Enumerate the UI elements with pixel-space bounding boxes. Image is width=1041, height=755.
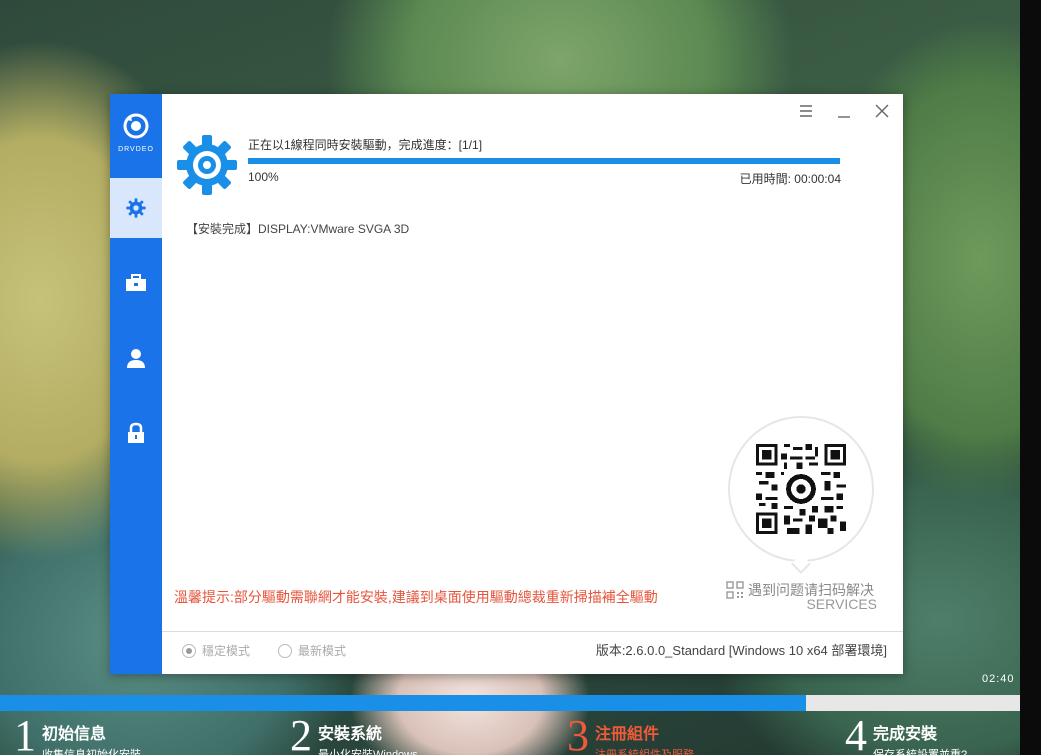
progress-percent: 100% — [248, 170, 279, 184]
setup-progress-fill — [0, 695, 806, 711]
mode-latest-radio[interactable]: 最新模式 — [278, 642, 346, 659]
install-status: 正在以1線程同時安裝驅動，完成進度：[1/1] — [248, 138, 483, 152]
gear-icon — [126, 198, 146, 218]
step-title: 安裝系統 — [318, 726, 383, 743]
driver-installer-window: DRVDEO 正在以1線程同時安裝驅動，完成進度：[1/1] 100% 已用時間… — [110, 94, 903, 674]
footer-divider — [162, 631, 903, 632]
logo-icon — [123, 113, 149, 139]
radio-checked-icon — [182, 643, 196, 658]
step-subtitle: 最小化安裝Windows — [318, 749, 418, 755]
sidebar-item-user[interactable] — [110, 328, 162, 388]
lock-icon — [128, 422, 144, 443]
version-info: 版本:2.6.0.0_Standard [Windows 10 x64 部署環境… — [595, 643, 887, 658]
install-gear-icon — [177, 135, 237, 195]
step-number: 2 — [290, 711, 312, 755]
step-subtitle: 收集信息初始化安裝 — [42, 749, 141, 755]
services-label: SERVICES — [806, 596, 877, 612]
sidebar-item-toolbox[interactable] — [110, 253, 162, 313]
qr-code — [756, 444, 846, 534]
toolbox-icon — [126, 274, 146, 291]
qr-small-icon — [726, 581, 744, 599]
setup-clock: 02:40 — [982, 673, 1015, 685]
setup-progress-bar — [0, 695, 1020, 711]
sidebar-item-install[interactable] — [110, 178, 162, 238]
close-icon — [875, 104, 889, 118]
step-title: 注冊組件 — [595, 726, 660, 743]
mode-stable-radio[interactable]: 穩定模式 — [182, 642, 250, 659]
step-subtitle: 注冊系統組件及服務 — [595, 749, 694, 755]
warning-hint: 溫馨提示:部分驅動需聯網才能安裝,建議到桌面使用驅動總裁重新掃描補全驅動 — [174, 589, 658, 605]
install-progress-fill — [248, 158, 840, 164]
setup-step-3: 3 注冊組件 注冊系統組件及服務 — [567, 714, 694, 755]
setup-step-4: 4 完成安裝 保存系統設置並重? — [845, 714, 967, 755]
setup-step-1: 1 初始信息 收集信息初始化安裝 — [14, 714, 141, 755]
sidebar-item-lock[interactable] — [110, 403, 162, 463]
logo-text: DRVDEO — [118, 146, 154, 153]
mode-latest-label: 最新模式 — [298, 644, 347, 658]
radio-unchecked-icon — [278, 643, 292, 658]
mode-stable-label: 穩定模式 — [202, 644, 251, 658]
minimize-icon — [838, 116, 850, 118]
app-logo: DRVDEO — [110, 112, 162, 160]
window-controls — [797, 102, 891, 120]
elapsed-time: 已用時間: 00:00:04 — [739, 172, 841, 186]
minimize-button[interactable] — [835, 102, 853, 120]
step-subtitle: 保存系統設置並重? — [873, 749, 968, 755]
install-log-entry: 【安裝完成】DISPLAY:VMware SVGA 3D — [186, 222, 410, 236]
sidebar: DRVDEO — [110, 94, 162, 674]
menu-icon — [800, 105, 812, 117]
install-progress-bar — [248, 158, 840, 164]
step-title: 完成安裝 — [873, 726, 938, 743]
menu-button[interactable] — [797, 102, 815, 120]
step-number: 4 — [845, 711, 867, 755]
close-button[interactable] — [873, 102, 891, 120]
screen-edge — [1020, 0, 1041, 755]
user-icon — [127, 349, 145, 368]
step-number: 1 — [14, 711, 36, 755]
step-title: 初始信息 — [42, 726, 107, 743]
setup-step-2: 2 安裝系統 最小化安裝Windows — [290, 714, 418, 755]
step-number: 3 — [567, 711, 589, 755]
